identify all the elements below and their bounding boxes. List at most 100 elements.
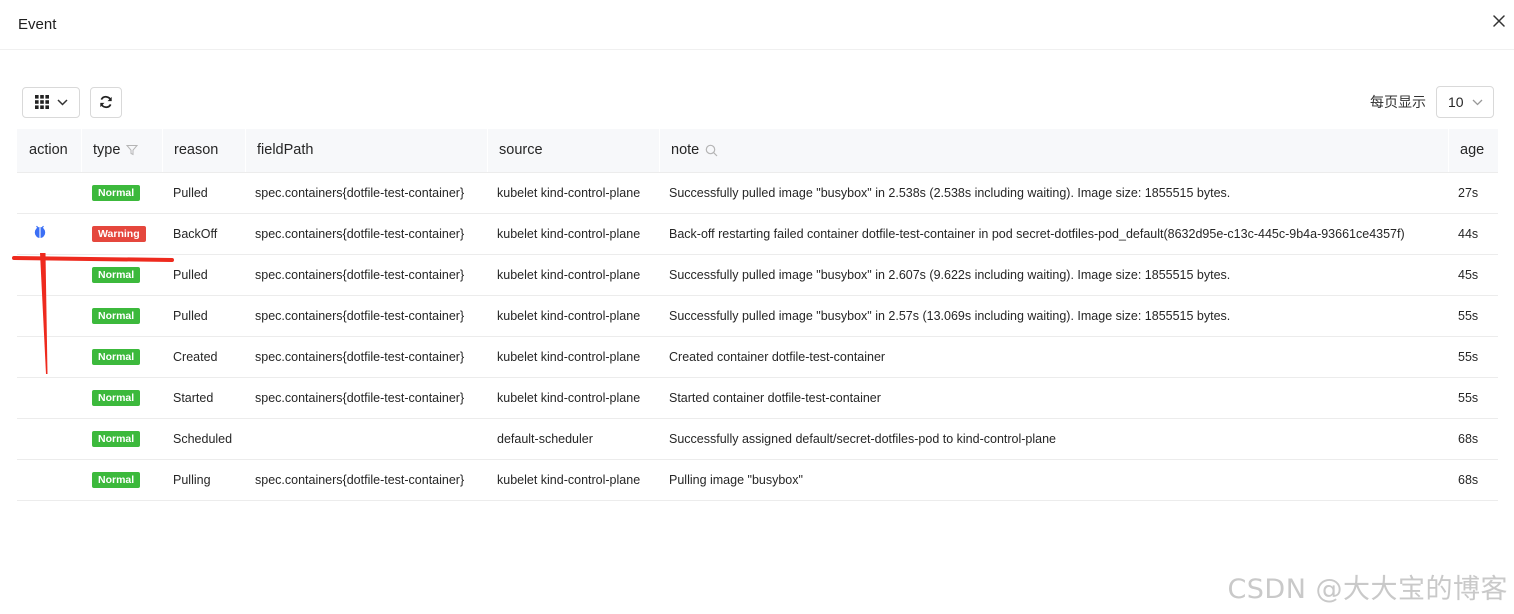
cell-type: Normal: [81, 172, 162, 214]
table-row: Normal Pulled spec.containers{dotfile-test…: [17, 172, 1498, 214]
cell-reason: Started: [162, 377, 245, 419]
cell-action: [17, 418, 81, 460]
cell-source: kubelet kind-control-plane: [487, 254, 659, 296]
column-header-type[interactable]: type: [81, 129, 162, 173]
cell-fieldpath: [245, 418, 487, 460]
grid-icon: [34, 95, 49, 109]
cell-action: [17, 336, 81, 378]
cell-type: Normal: [81, 336, 162, 378]
table-row: Normal Scheduled default-scheduler Successf…: [17, 418, 1498, 460]
cell-reason: Pulled: [162, 172, 245, 214]
event-modal: Event 每页显示 10 action type reason fieldPa…: [0, 0, 1514, 614]
cell-fieldpath: spec.containers{dotfile-test-container}: [245, 377, 487, 419]
table-row: Warning BackOff spec.containers{dotfile-te…: [17, 213, 1498, 255]
column-header-source: source: [487, 129, 659, 173]
table-row: Normal Pulled spec.containers{dotfile-test…: [17, 295, 1498, 337]
column-settings-button[interactable]: [22, 86, 80, 118]
refresh-button[interactable]: [90, 86, 122, 118]
cell-type: Warning: [81, 213, 162, 255]
cell-fieldpath: spec.containers{dotfile-test-container}: [245, 172, 487, 214]
close-icon: [1493, 15, 1505, 27]
cell-age: 44s: [1448, 213, 1498, 255]
cell-reason: Pulled: [162, 254, 245, 296]
cell-reason: Scheduled: [162, 418, 245, 460]
search-icon[interactable]: [705, 144, 718, 157]
modal-header: Event: [0, 0, 1514, 50]
cell-reason: Created: [162, 336, 245, 378]
column-header-reason: reason: [162, 129, 245, 173]
type-badge: Normal: [92, 307, 141, 324]
cell-age: 55s: [1448, 336, 1498, 378]
cell-source: kubelet kind-control-plane: [487, 213, 659, 255]
cell-fieldpath: spec.containers{dotfile-test-container}: [245, 336, 487, 378]
cell-reason: Pulling: [162, 459, 245, 501]
cell-action: [17, 254, 81, 296]
cell-note: Started container dotfile-test-container: [659, 377, 1448, 419]
cell-age: 68s: [1448, 418, 1498, 460]
cell-source: kubelet kind-control-plane: [487, 459, 659, 501]
column-header-action: action: [17, 129, 81, 173]
type-badge: Normal: [92, 266, 141, 283]
type-badge: Normal: [92, 348, 141, 365]
cell-note: Successfully pulled image "busybox" in 2…: [659, 295, 1448, 337]
page-size-label: 每页显示: [1370, 94, 1426, 110]
cell-age: 55s: [1448, 377, 1498, 419]
bug-icon[interactable]: [33, 225, 47, 239]
chevron-down-icon: [56, 98, 68, 106]
column-header-fieldpath: fieldPath: [245, 129, 487, 173]
cell-type: Normal: [81, 295, 162, 337]
type-badge: Normal: [92, 471, 141, 488]
cell-type: Normal: [81, 254, 162, 296]
close-button[interactable]: [1488, 10, 1510, 32]
cell-action: [17, 377, 81, 419]
table-row: Normal Created spec.containers{dotfile-tes…: [17, 336, 1498, 378]
cell-action: [17, 213, 81, 255]
column-header-note[interactable]: note: [659, 129, 1448, 173]
type-badge: Warning: [92, 225, 146, 242]
type-badge: Normal: [92, 430, 141, 447]
cell-note: Back-off restarting failed container dot…: [659, 213, 1448, 255]
cell-note: Successfully assigned default/secret-dot…: [659, 418, 1448, 460]
cell-reason: BackOff: [162, 213, 245, 255]
cell-fieldpath: spec.containers{dotfile-test-container}: [245, 213, 487, 255]
cell-source: kubelet kind-control-plane: [487, 377, 659, 419]
cell-age: 55s: [1448, 295, 1498, 337]
cell-source: default-scheduler: [487, 418, 659, 460]
cell-fieldpath: spec.containers{dotfile-test-container}: [245, 295, 487, 337]
cell-type: Normal: [81, 459, 162, 501]
cell-note: Successfully pulled image "busybox" in 2…: [659, 172, 1448, 214]
cell-reason: Pulled: [162, 295, 245, 337]
events-table: action type reason fieldPath source note…: [17, 129, 1498, 501]
table-row: Normal Pulled spec.containers{dotfile-test…: [17, 254, 1498, 296]
filter-icon[interactable]: [126, 144, 139, 156]
type-badge: Normal: [92, 389, 141, 406]
cell-action: [17, 295, 81, 337]
cell-fieldpath: spec.containers{dotfile-test-container}: [245, 459, 487, 501]
page-size-value: 10: [1448, 94, 1464, 110]
table-body: Normal Pulled spec.containers{dotfile-test…: [17, 172, 1498, 501]
cell-type: Normal: [81, 377, 162, 419]
type-badge: Normal: [92, 184, 141, 201]
cell-source: kubelet kind-control-plane: [487, 336, 659, 378]
modal-title: Event: [18, 16, 57, 33]
cell-age: 27s: [1448, 172, 1498, 214]
table-row: Normal Started spec.containers{dotfile-tes…: [17, 377, 1498, 419]
cell-note: Successfully pulled image "busybox" in 2…: [659, 254, 1448, 296]
page-size-select[interactable]: 10: [1436, 86, 1494, 118]
table-row: Normal Pulling spec.containers{dotfile-tes…: [17, 459, 1498, 501]
cell-fieldpath: spec.containers{dotfile-test-container}: [245, 254, 487, 296]
cell-type: Normal: [81, 418, 162, 460]
cell-source: kubelet kind-control-plane: [487, 172, 659, 214]
cell-source: kubelet kind-control-plane: [487, 295, 659, 337]
cell-age: 45s: [1448, 254, 1498, 296]
column-header-age: age: [1448, 129, 1498, 173]
toolbar: 每页显示 10: [22, 86, 1494, 118]
cell-note: Pulling image "busybox": [659, 459, 1448, 501]
cell-action: [17, 459, 81, 501]
table-header: action type reason fieldPath source note…: [17, 129, 1498, 173]
refresh-icon: [100, 95, 112, 109]
cell-note: Created container dotfile-test-container: [659, 336, 1448, 378]
cell-age: 68s: [1448, 459, 1498, 501]
cell-action: [17, 172, 81, 214]
watermark: CSDN @大大宝的博客: [1227, 574, 1508, 605]
